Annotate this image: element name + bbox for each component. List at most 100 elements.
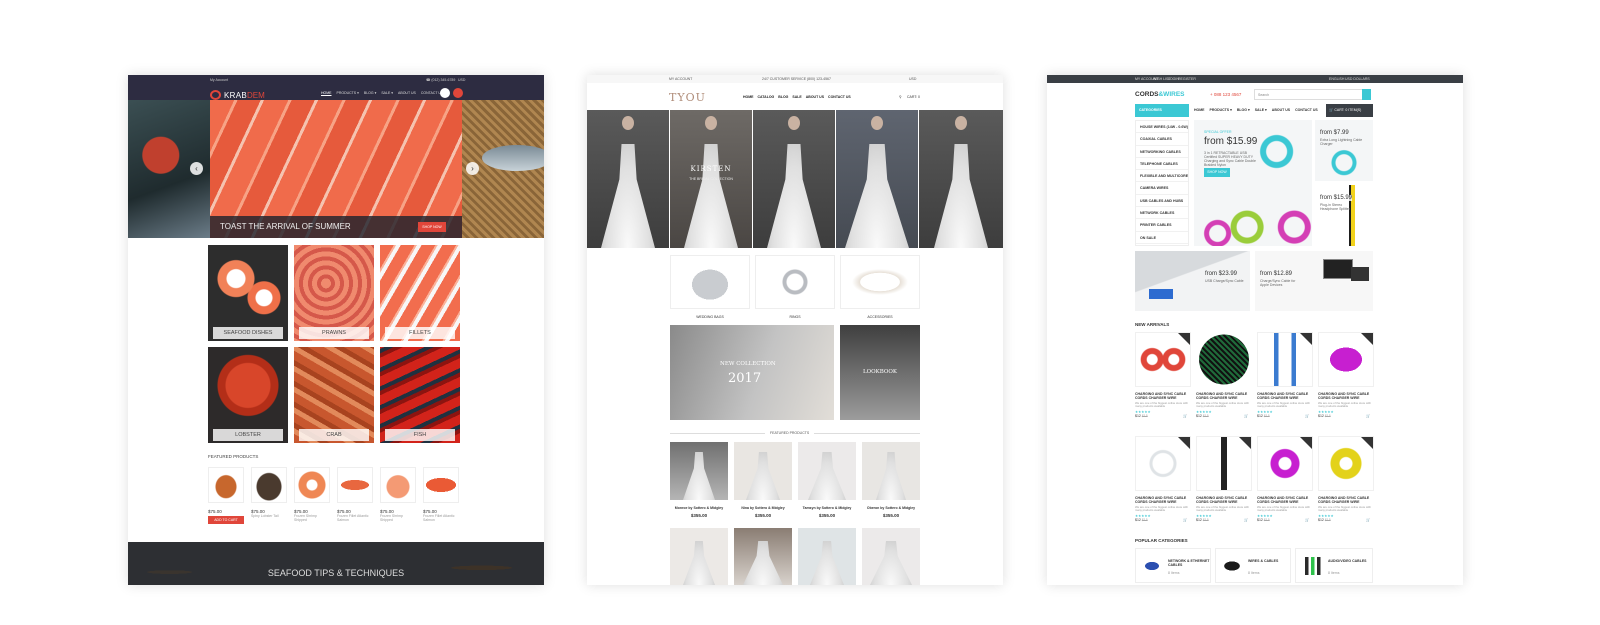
product-name[interactable]: Nina by Sottero & Midgley: [734, 506, 792, 510]
nav-about[interactable]: ABOUT US: [806, 95, 824, 99]
cart-icon[interactable]: 🛒: [1366, 518, 1370, 522]
currency-selector[interactable]: USD DOLLARS: [1345, 77, 1370, 81]
popular-category-card[interactable]: NETWORK & ETHERNET CABLES 8 Items: [1135, 548, 1211, 583]
product-card[interactable]: $75.00 Frozen Shrimp Shipped: [294, 467, 330, 522]
category-prawns[interactable]: PRAWNS: [294, 245, 374, 341]
my-account-link[interactable]: MY ACCOUNT: [669, 77, 692, 81]
product-image[interactable]: [670, 442, 728, 500]
cart-icon[interactable]: 🛒: [1183, 414, 1187, 418]
nav-sale[interactable]: SALE ▾: [381, 91, 393, 95]
nav-products[interactable]: PRODUCTS ▾: [337, 91, 359, 95]
nav-sale[interactable]: SALE: [792, 95, 801, 99]
nav-home[interactable]: HOME: [321, 91, 332, 95]
cart-icon[interactable]: 🛒: [1366, 414, 1370, 418]
new-collection-banner[interactable]: NEW COLLECTION 2017: [670, 325, 834, 420]
promo-usb-banner[interactable]: from $23.99 USB Charge/Sync Cable: [1135, 251, 1250, 311]
category-item[interactable]: FLEXIBLE AND MULTICORE: [1136, 170, 1188, 183]
product-card[interactable]: CHARGING AND SYNC CABLE CORDS CHARGER WI…: [1318, 332, 1374, 418]
nav-catalog[interactable]: CATALOG: [758, 95, 775, 99]
cart-icon[interactable]: 🛒: [1244, 518, 1248, 522]
nav-about[interactable]: ABOUT US: [1272, 108, 1290, 112]
accessories-label[interactable]: ACCESSORIES: [840, 315, 920, 319]
promo-headphone-splitter[interactable]: from $15.99 Plug-in Stereo Headphone Spl…: [1315, 185, 1373, 246]
cart-icon[interactable]: 🛒: [1244, 414, 1248, 418]
logo[interactable]: TYOU: [669, 91, 706, 104]
product-card[interactable]: CHARGING AND SYNC CABLE CORDS CHARGER WI…: [1257, 332, 1313, 418]
product-name[interactable]: Monroe by Sottero & Midgley: [670, 506, 728, 510]
product-name[interactable]: Oberon by Sottero & Midgley: [862, 506, 920, 510]
wedding-bags-label[interactable]: WEDDING BAGS: [670, 315, 750, 319]
nav-blog[interactable]: BLOG: [778, 95, 788, 99]
shop-now-button[interactable]: SHOP NOW: [1204, 168, 1230, 177]
slider-prev-icon[interactable]: ‹: [190, 162, 203, 175]
category-item[interactable]: ON SALE: [1136, 232, 1188, 244]
logo[interactable]: KRAB DEM: [210, 90, 265, 100]
slider-next-icon[interactable]: ›: [466, 162, 479, 175]
add-to-cart-button[interactable]: ADD TO CART: [208, 516, 244, 525]
cart-icon[interactable]: 🛒: [1183, 518, 1187, 522]
category-fish[interactable]: FISH: [380, 347, 460, 443]
currency-selector[interactable]: USD: [458, 78, 465, 82]
popular-category-card[interactable]: AUDIO/VIDEO CABLES 8 Items: [1295, 548, 1373, 583]
category-item[interactable]: TELEPHONE CABLES: [1136, 158, 1188, 171]
product-card[interactable]: CHARGING AND SYNC CABLE CORDS CHARGER WI…: [1196, 332, 1252, 418]
nav-home[interactable]: HOME: [1194, 108, 1205, 112]
my-account-link[interactable]: My Account: [210, 78, 228, 82]
nav-blog[interactable]: BLOG ▾: [1237, 108, 1250, 112]
rings-image[interactable]: [755, 255, 835, 309]
promo-apple-banner[interactable]: from $12.89 Charge/Sync Cable for Apple …: [1255, 251, 1373, 311]
shop-now-button[interactable]: SHOP NOW: [418, 222, 446, 232]
top-link-register[interactable]: REGISTER: [1178, 77, 1196, 81]
product-card[interactable]: CHARGING AND SYNC CABLE CORDS CHARGER WI…: [1196, 436, 1252, 522]
category-item[interactable]: PRINTER CABLES: [1136, 219, 1188, 232]
popular-category-card[interactable]: WIRES & CABLES 8 Items: [1215, 548, 1291, 583]
logo[interactable]: CORDS&WIRES: [1135, 91, 1184, 98]
cart-icon[interactable]: 🛒: [1305, 414, 1309, 418]
category-item[interactable]: NETWORK CABLES: [1136, 207, 1188, 220]
nav-contact[interactable]: CONTACT US: [828, 95, 851, 99]
nav-blog[interactable]: BLOG ▾: [364, 91, 376, 95]
currency-selector[interactable]: USD: [909, 77, 916, 81]
accessories-image[interactable]: [840, 255, 920, 309]
product-image[interactable]: [798, 528, 856, 585]
category-item[interactable]: USB CABLES AND HUBS: [1136, 195, 1188, 208]
search-toggle-icon[interactable]: [440, 88, 450, 98]
category-item[interactable]: NETWORKING CABLES: [1136, 146, 1188, 158]
product-card[interactable]: $75.00 Frozen Shrimp Shipped: [380, 467, 416, 522]
product-card[interactable]: CHARGING AND SYNC CABLE CORDS CHARGER WI…: [1135, 332, 1191, 418]
search-input[interactable]: Search: [1254, 89, 1371, 100]
product-name[interactable]: Tamsyn by Sottero & Midgley: [798, 506, 856, 510]
cart-icon[interactable]: 🛒: [1305, 518, 1309, 522]
wedding-bags-image[interactable]: [670, 255, 750, 309]
product-card[interactable]: $75.00 Frozen Fillet Atlantic Salmon: [423, 467, 459, 522]
product-image[interactable]: [670, 528, 728, 585]
category-item[interactable]: CAMERA WIRES: [1136, 182, 1188, 195]
product-image[interactable]: [734, 442, 792, 500]
hero-banner[interactable]: SPECIAL OFFER from $15.99 3 in 1 RETRACT…: [1194, 120, 1312, 246]
nav-home[interactable]: HOME: [743, 95, 754, 99]
cart-button[interactable]: 🛒 CART: 0 ITEM(S): [1326, 104, 1373, 117]
product-image[interactable]: [734, 528, 792, 585]
product-card[interactable]: $75.00 ADD TO CART: [208, 467, 244, 525]
product-card[interactable]: CHARGING AND SYNC CABLE CORDS CHARGER WI…: [1318, 436, 1374, 522]
search-icon[interactable]: [1362, 89, 1371, 100]
rings-label[interactable]: RINGS: [755, 315, 835, 319]
category-lobster[interactable]: LOBSTER: [208, 347, 288, 443]
category-item[interactable]: COAXIAL CABLES: [1136, 133, 1188, 146]
cart-icon[interactable]: [453, 88, 463, 98]
category-seafood-dishes[interactable]: SEAFOOD DISHES: [208, 245, 288, 341]
product-image[interactable]: [862, 442, 920, 500]
product-image[interactable]: [798, 442, 856, 500]
promo-lightning-cable[interactable]: from $7.99 Extra Long Lightning Cable Ch…: [1315, 120, 1373, 181]
tips-banner[interactable]: SEAFOOD TIPS & TECHNIQUES: [128, 542, 544, 585]
categories-header[interactable]: CATEGORIES: [1135, 104, 1189, 117]
nav-products[interactable]: PRODUCTS ▾: [1210, 108, 1232, 112]
search-icon[interactable]: ⚲: [899, 95, 902, 99]
category-item[interactable]: HOUSE WIRES (14W - 0.6W): [1136, 121, 1188, 134]
product-card[interactable]: CHARGING AND SYNC CABLE CORDS CHARGER WI…: [1257, 436, 1313, 522]
nav-contact[interactable]: CONTACT US: [1295, 108, 1318, 112]
nav-about[interactable]: ABOUT US: [398, 91, 416, 95]
nav-sale[interactable]: SALE ▾: [1255, 108, 1267, 112]
language-selector[interactable]: ENGLISH: [1329, 77, 1344, 81]
category-crab[interactable]: CRAB: [294, 347, 374, 443]
